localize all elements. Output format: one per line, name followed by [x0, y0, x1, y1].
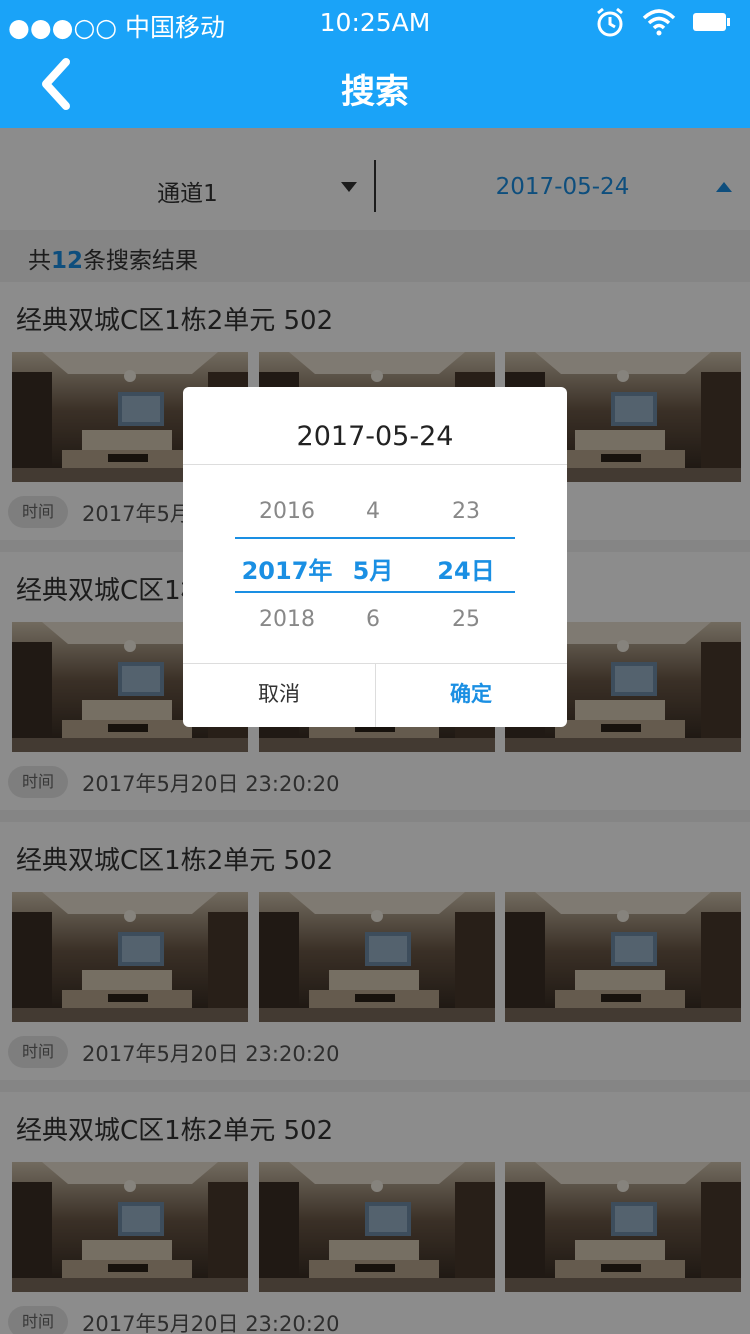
date-picker[interactable]: 2016 2017年 2018 4 5月 6 23 24日 25 [183, 465, 567, 663]
day-next: 25 [452, 607, 480, 632]
year-column[interactable]: 2016 2017年 2018 [235, 465, 339, 663]
year-next: 2018 [259, 607, 315, 632]
modal-overlay[interactable] [0, 128, 750, 1334]
alarm-icon [594, 6, 626, 38]
day-column[interactable]: 23 24日 25 [423, 465, 509, 663]
top-bar: ●●●○○ 中国移动 10:25AM 搜索 [0, 0, 750, 128]
month-prev: 4 [366, 499, 380, 524]
date-picker-dialog: 2017-05-24 2016 2017年 2018 4 5月 6 23 24日… [183, 387, 567, 727]
cancel-button[interactable]: 取消 [183, 664, 375, 727]
month-next: 6 [366, 607, 380, 632]
page-title: 搜索 [341, 72, 409, 112]
status-icons [594, 6, 732, 38]
nav-bar: 搜索 [0, 46, 750, 128]
year-selected: 2017年 [241, 557, 333, 585]
selection-line-top [235, 537, 515, 539]
wifi-icon [642, 8, 676, 36]
day-selected: 24日 [437, 557, 495, 585]
confirm-button[interactable]: 确定 [375, 664, 567, 727]
status-bar: ●●●○○ 中国移动 10:25AM [0, 0, 750, 46]
dialog-title: 2017-05-24 [296, 421, 454, 452]
selection-line-bottom [235, 591, 515, 593]
day-prev: 23 [452, 499, 480, 524]
month-column[interactable]: 4 5月 6 [339, 465, 407, 663]
month-selected: 5月 [352, 557, 394, 585]
battery-icon [692, 11, 732, 33]
year-prev: 2016 [259, 499, 315, 524]
